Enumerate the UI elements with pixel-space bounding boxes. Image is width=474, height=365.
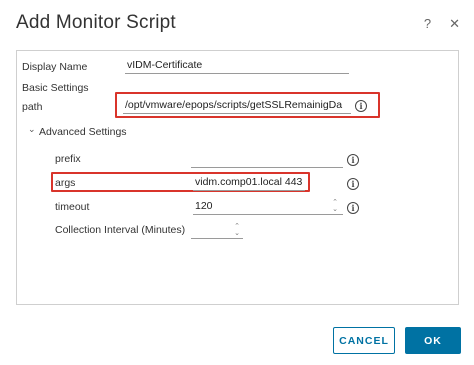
chevron-down-icon[interactable]: ⌄: [28, 124, 36, 135]
timeout-spinner-icon[interactable]: ⌃ ⌄: [331, 199, 339, 213]
args-label: args: [55, 177, 76, 189]
settings-panel: Display Name vIDM-Certificate Basic Sett…: [16, 50, 459, 305]
timeout-label: timeout: [55, 201, 90, 213]
close-icon[interactable]: ✕: [449, 16, 460, 32]
prefix-input[interactable]: [191, 152, 343, 168]
title-actions: ? ✕: [424, 16, 460, 32]
interval-label: Collection Interval (Minutes): [55, 224, 186, 236]
ok-button[interactable]: OK: [405, 327, 461, 354]
args-input[interactable]: vidm.comp01.local 443: [193, 175, 305, 191]
display-name-label: Display Name: [22, 61, 88, 73]
prefix-info-icon[interactable]: i: [347, 154, 359, 166]
dialog-title: Add Monitor Script: [16, 12, 176, 33]
basic-settings-label: Basic Settings: [22, 82, 89, 94]
cancel-button[interactable]: CANCEL: [333, 327, 395, 354]
timeout-info-icon[interactable]: i: [347, 202, 359, 214]
path-input[interactable]: /opt/vmware/epops/scripts/getSSLRemainig…: [123, 98, 351, 114]
path-label: path: [22, 101, 43, 113]
timeout-input[interactable]: 120: [193, 199, 343, 215]
advanced-settings-label[interactable]: Advanced Settings: [39, 126, 127, 138]
help-icon[interactable]: ?: [424, 16, 431, 32]
path-info-icon[interactable]: i: [355, 100, 367, 112]
interval-spinner-icon[interactable]: ⌃ ⌄: [233, 223, 241, 237]
args-info-icon[interactable]: i: [347, 178, 359, 190]
display-name-input[interactable]: vIDM-Certificate: [125, 58, 349, 74]
prefix-label: prefix: [55, 153, 81, 165]
